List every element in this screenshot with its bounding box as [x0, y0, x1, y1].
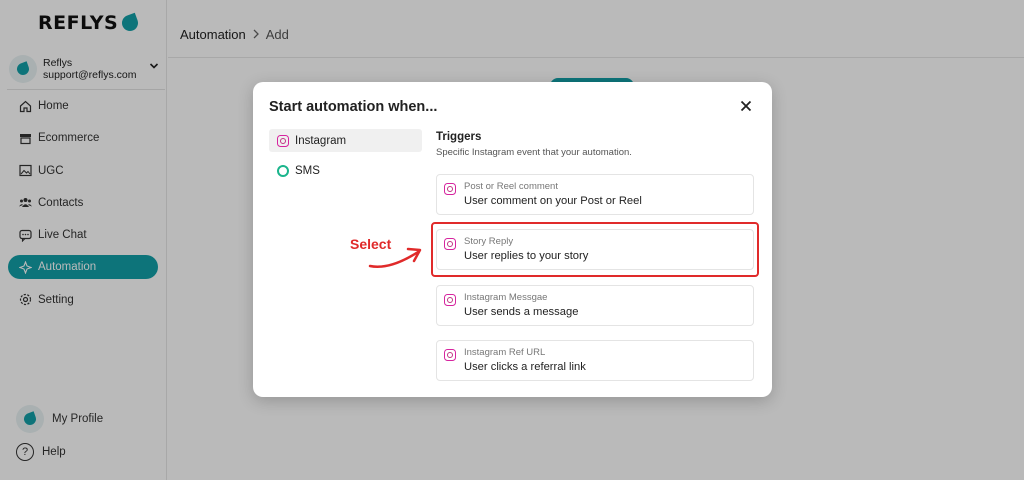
dialog-title: Start automation when... [269, 99, 438, 115]
triggers-panel: Triggers Specific Instagram event that y… [436, 131, 756, 381]
trigger-title: Instagram Messgae [464, 292, 548, 303]
trigger-post-or-reel-comment[interactable]: Post or Reel comment User comment on you… [436, 174, 754, 215]
instagram-icon [444, 183, 456, 195]
channel-list: Instagram SMS [269, 129, 422, 189]
channel-label: Instagram [295, 134, 347, 147]
instagram-icon [444, 349, 456, 361]
channel-sms[interactable]: SMS [269, 159, 422, 182]
instagram-icon [277, 134, 289, 147]
channel-label: SMS [295, 164, 320, 177]
instagram-icon [444, 294, 456, 306]
triggers-heading: Triggers [436, 131, 482, 143]
trigger-instagram-ref-url[interactable]: Instagram Ref URL User clicks a referral… [436, 340, 754, 381]
triggers-subheading: Specific Instagram event that your autom… [436, 147, 632, 158]
trigger-title: Post or Reel comment [464, 181, 558, 192]
trigger-instagram-message[interactable]: Instagram Messgae User sends a message [436, 285, 754, 326]
trigger-description: User clicks a referral link [464, 361, 586, 373]
annotation-arrow-icon [368, 247, 422, 268]
selection-highlight [431, 222, 759, 277]
channel-instagram[interactable]: Instagram [269, 129, 422, 152]
sms-icon [277, 164, 289, 177]
trigger-title: Instagram Ref URL [464, 347, 546, 358]
trigger-description: User sends a message [464, 306, 579, 318]
close-icon[interactable] [738, 98, 754, 114]
trigger-description: User comment on your Post or Reel [464, 195, 642, 207]
